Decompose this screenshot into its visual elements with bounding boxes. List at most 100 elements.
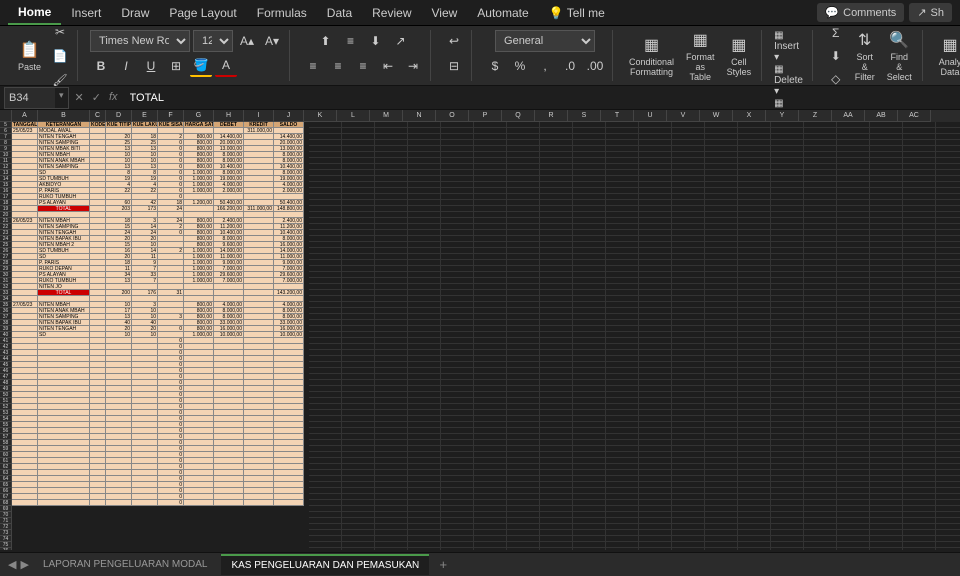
increase-decimal-button[interactable]: .0 [559, 55, 581, 77]
col-header[interactable]: Y [766, 110, 799, 122]
data-cell[interactable] [38, 500, 90, 506]
align-left-button[interactable]: ≡ [302, 55, 324, 77]
col-header[interactable]: AC [898, 110, 931, 122]
data-cell[interactable] [184, 500, 214, 506]
insert-cells-button[interactable]: ▦ Insert ▾ [774, 30, 806, 63]
col-header[interactable]: Q [502, 110, 535, 122]
col-header[interactable]: I [244, 110, 274, 122]
comma-button[interactable]: , [534, 55, 556, 77]
select-all-corner[interactable] [0, 110, 12, 122]
tab-review[interactable]: Review [362, 2, 421, 24]
data-cell[interactable] [106, 500, 132, 506]
sheet-tab-inactive[interactable]: LAPORAN PENGELUARAN MODAL [33, 555, 218, 574]
data-cell[interactable]: 0 [158, 500, 184, 506]
col-header[interactable]: AA [832, 110, 865, 122]
increase-font-button[interactable]: A▴ [236, 30, 258, 52]
col-header[interactable]: S [568, 110, 601, 122]
col-header[interactable]: L [337, 110, 370, 122]
sheet-nav-first-icon[interactable]: ◀ [8, 558, 16, 571]
cells-area[interactable]: TANGGALKETERANGANKODEKUE TITIPKUE LAKUKU… [12, 122, 960, 550]
decrease-decimal-button[interactable]: .00 [584, 55, 606, 77]
increase-indent-button[interactable]: ⇥ [402, 55, 424, 77]
tab-data[interactable]: Data [317, 2, 362, 24]
tab-draw[interactable]: Draw [111, 2, 159, 24]
col-header[interactable]: M [370, 110, 403, 122]
cut-button[interactable]: ✂ [49, 21, 71, 43]
decrease-font-button[interactable]: A▾ [261, 30, 283, 52]
data-cell[interactable] [12, 500, 38, 506]
name-box[interactable]: ▾ [4, 87, 69, 109]
row-header[interactable]: 76 [0, 548, 12, 550]
analyze-data-button[interactable]: ▦Analy Data [935, 33, 960, 79]
decrease-indent-button[interactable]: ⇤ [377, 55, 399, 77]
formula-input[interactable] [124, 90, 956, 106]
align-bottom-button[interactable]: ⬇ [365, 30, 387, 52]
underline-button[interactable]: U [140, 55, 162, 77]
merge-button[interactable]: ⊟ [443, 55, 465, 77]
col-header[interactable]: U [634, 110, 667, 122]
enter-formula-icon[interactable]: ✓ [90, 91, 103, 104]
comments-button[interactable]: 💬 Comments [817, 3, 904, 22]
clear-button[interactable]: ◇ [825, 68, 847, 90]
tab-formulas[interactable]: Formulas [247, 2, 317, 24]
wrap-text-button[interactable]: ↩ [443, 30, 465, 52]
column-headers[interactable]: ABCDEFGHIJKLMNOPQRSTUVWXYZAAABAC [0, 110, 960, 122]
data-cell[interactable] [274, 500, 304, 506]
data-cell[interactable] [244, 500, 274, 506]
col-header[interactable]: X [733, 110, 766, 122]
conditional-formatting-button[interactable]: ▦Conditional Formatting [625, 33, 678, 79]
data-cell[interactable] [90, 500, 106, 506]
col-header[interactable]: E [132, 110, 158, 122]
row-headers[interactable]: 5678910111213141516171819202122232425262… [0, 122, 12, 550]
font-name-select[interactable]: Times New Roman [90, 30, 190, 52]
name-box-dropdown-icon[interactable]: ▾ [55, 88, 68, 108]
fill-color-button[interactable]: 🪣 [190, 55, 212, 77]
sort-filter-button[interactable]: ⇅Sort & Filter [851, 28, 879, 84]
copy-button[interactable]: 📄 [49, 45, 71, 67]
bold-button[interactable]: B [90, 55, 112, 77]
currency-button[interactable]: $ [484, 55, 506, 77]
align-right-button[interactable]: ≡ [352, 55, 374, 77]
cell-styles-button[interactable]: ▦Cell Styles [723, 33, 756, 79]
col-header[interactable]: F [158, 110, 184, 122]
col-header[interactable]: C [90, 110, 106, 122]
find-select-button[interactable]: 🔍Find & Select [883, 28, 916, 84]
share-button[interactable]: ↗ Sh [909, 3, 952, 22]
font-size-select[interactable]: 12 [193, 30, 233, 52]
col-header[interactable]: A [12, 110, 38, 122]
name-box-input[interactable] [5, 88, 55, 108]
paste-button[interactable]: 📋Paste [14, 38, 45, 74]
col-header[interactable]: Z [799, 110, 832, 122]
col-header[interactable]: D [106, 110, 132, 122]
add-sheet-button[interactable]: + [433, 555, 453, 575]
col-header[interactable]: V [667, 110, 700, 122]
col-header[interactable]: W [700, 110, 733, 122]
tab-automate[interactable]: Automate [467, 2, 538, 24]
data-cell[interactable] [214, 500, 244, 506]
col-header[interactable]: K [304, 110, 337, 122]
format-as-table-button[interactable]: ▦Format as Table [682, 28, 719, 84]
tab-view[interactable]: View [422, 2, 468, 24]
number-format-select[interactable]: General [495, 30, 595, 52]
align-top-button[interactable]: ⬆ [315, 30, 337, 52]
tab-page-layout[interactable]: Page Layout [159, 2, 246, 24]
percent-button[interactable]: % [509, 55, 531, 77]
borders-button[interactable]: ⊞ [165, 55, 187, 77]
col-header[interactable]: T [601, 110, 634, 122]
font-color-button[interactable]: A [215, 55, 237, 77]
fx-icon[interactable]: fx [107, 91, 120, 104]
col-header[interactable]: O [436, 110, 469, 122]
fill-button[interactable]: ⬇ [825, 45, 847, 67]
orientation-button[interactable]: ↗ [390, 30, 412, 52]
tell-me[interactable]: 💡 Tell me [539, 2, 615, 24]
italic-button[interactable]: I [115, 55, 137, 77]
data-cell[interactable] [132, 500, 158, 506]
align-middle-button[interactable]: ≡ [340, 30, 362, 52]
spreadsheet-grid[interactable]: ABCDEFGHIJKLMNOPQRSTUVWXYZAAABAC 5678910… [0, 110, 960, 550]
col-header[interactable]: B [38, 110, 90, 122]
sheet-nav-prev-icon[interactable]: ▶ [20, 558, 28, 571]
col-header[interactable]: AB [865, 110, 898, 122]
col-header[interactable]: J [274, 110, 304, 122]
col-header[interactable]: H [214, 110, 244, 122]
cancel-formula-icon[interactable]: ✕ [73, 91, 86, 104]
